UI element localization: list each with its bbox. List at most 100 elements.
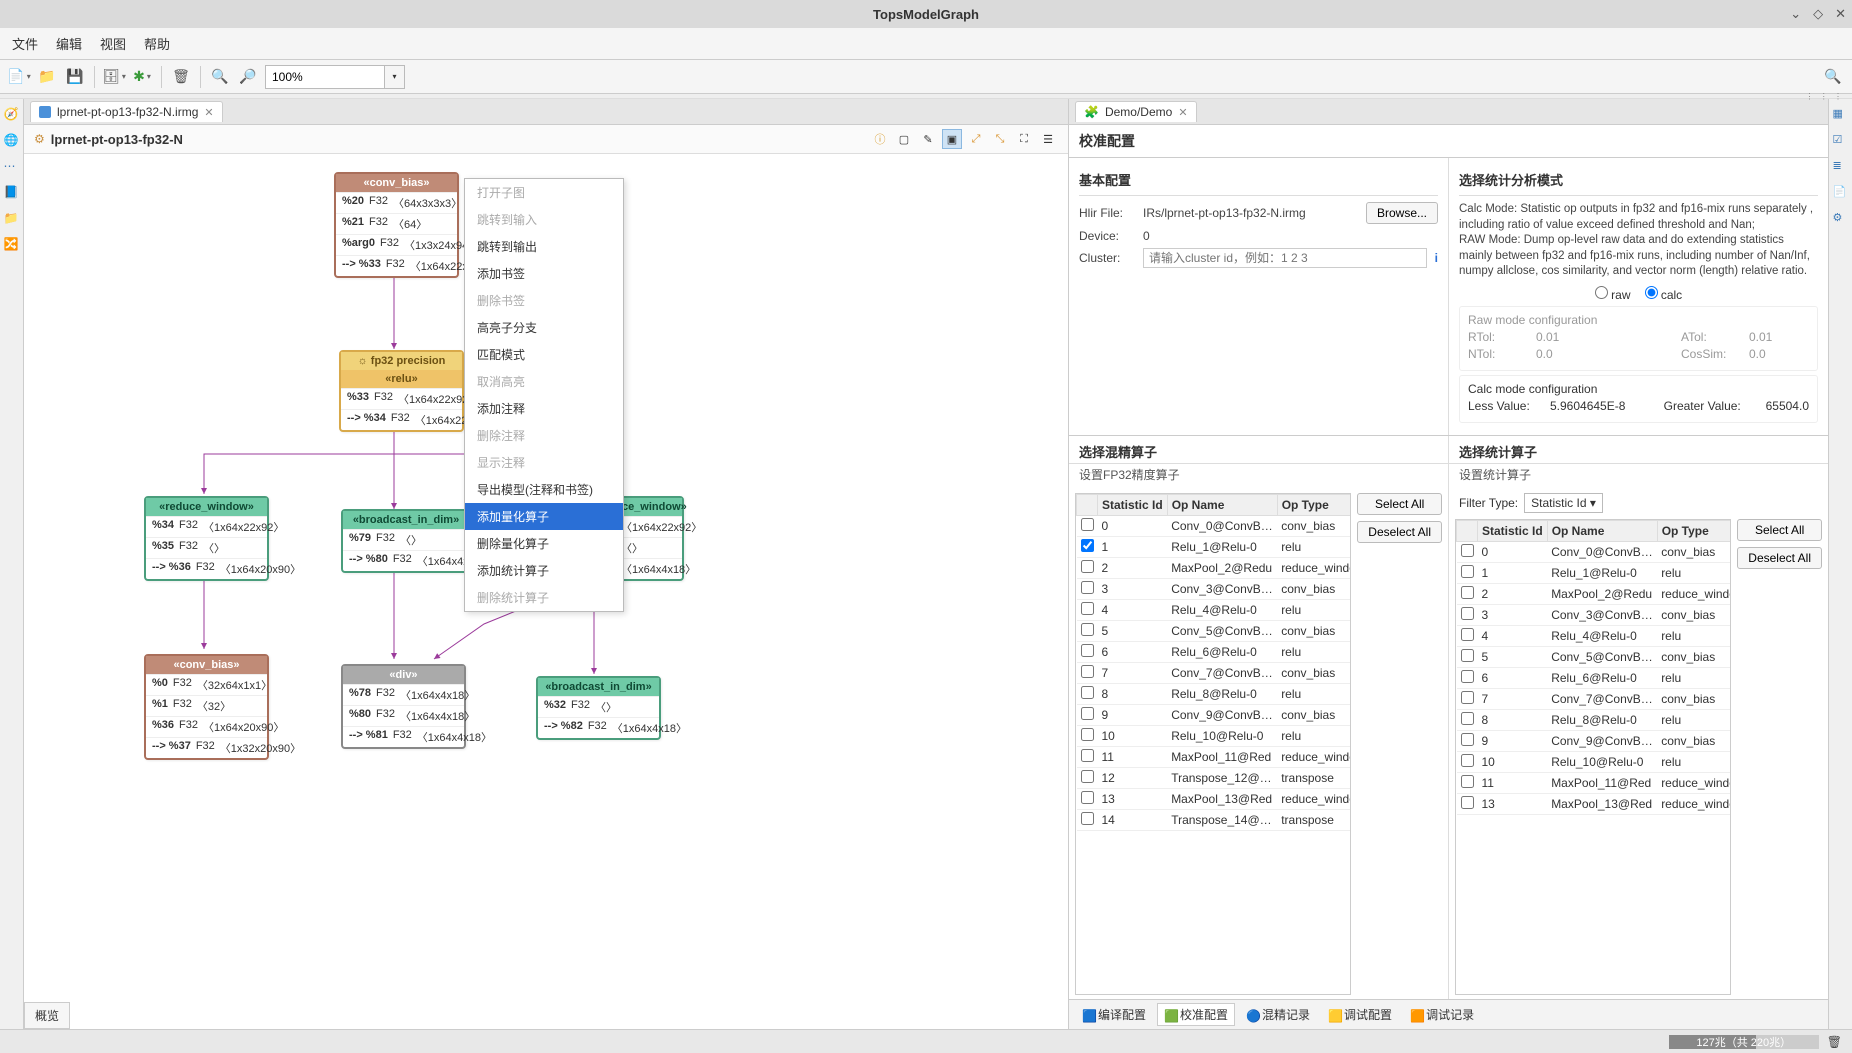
stat-select-all-button[interactable]: Select All — [1737, 519, 1822, 541]
mix-select-all-button[interactable]: Select All — [1357, 493, 1442, 515]
radio-raw[interactable]: raw — [1595, 286, 1631, 302]
table-row[interactable]: 12Transpose_12@Tratranspose — [1077, 767, 1352, 788]
row-checkbox[interactable] — [1081, 812, 1094, 825]
row-checkbox[interactable] — [1081, 665, 1094, 678]
tool-fit-icon[interactable]: ⛶ — [1014, 129, 1034, 149]
rail-compass-icon[interactable]: 🧭 — [4, 107, 20, 123]
ctx-add-note[interactable]: 添加注释 — [465, 395, 623, 422]
menu-file[interactable]: 文件 — [12, 34, 38, 53]
tab-debugrec[interactable]: 🟧调试记录 — [1403, 1003, 1481, 1026]
zoom-in-icon[interactable]: 🔍 — [209, 66, 231, 88]
row-checkbox[interactable] — [1081, 602, 1094, 615]
tool-box-icon[interactable]: ▢ — [894, 129, 914, 149]
table-row[interactable]: 14Transpose_14@Tratranspose — [1077, 809, 1352, 830]
table-row[interactable]: 13MaxPool_13@Redreduce_window — [1077, 788, 1352, 809]
rightrail-layers-icon[interactable]: ≣ — [1833, 159, 1849, 175]
graph-canvas[interactable]: «conv_bias»%20F32〈64x3x3x3〉%21F32〈64〉%ar… — [24, 154, 1068, 1029]
table-row[interactable]: 4Relu_4@Relu-0relu — [1457, 625, 1732, 646]
table-row[interactable]: 0Conv_0@ConvBiasconv_bias — [1457, 541, 1732, 562]
ctx-add-stat[interactable]: 添加统计算子 — [465, 557, 623, 584]
row-checkbox[interactable] — [1461, 586, 1474, 599]
menu-edit[interactable]: 编辑 — [56, 34, 82, 53]
stat-table[interactable]: Statistic Id Op Name Op Type 0Conv_0@Con… — [1455, 519, 1731, 995]
row-checkbox[interactable] — [1081, 539, 1094, 552]
row-checkbox[interactable] — [1461, 670, 1474, 683]
table-row[interactable]: 1Relu_1@Relu-0relu — [1457, 562, 1732, 583]
table-row[interactable]: 8Relu_8@Relu-0relu — [1077, 683, 1352, 704]
rail-doc-icon[interactable]: 📘 — [4, 185, 20, 201]
row-checkbox[interactable] — [1081, 623, 1094, 636]
node-bcast-bottom[interactable]: «broadcast_in_dim»%32F32〈〉--> %82F32〈1x6… — [536, 676, 661, 740]
ctx-jump-output[interactable]: 跳转到输出 — [465, 233, 623, 260]
database-button[interactable]: 🗄 — [103, 66, 125, 88]
row-checkbox[interactable] — [1081, 686, 1094, 699]
tab-debugcfg[interactable]: 🟨调试配置 — [1321, 1003, 1399, 1026]
ctx-del-quant[interactable]: 删除量化算子 — [465, 530, 623, 557]
row-checkbox[interactable] — [1461, 649, 1474, 662]
ctx-add-bookmark[interactable]: 添加书签 — [465, 260, 623, 287]
rail-graph-icon[interactable]: 🔀 — [4, 237, 20, 253]
tab-compile[interactable]: 🟦编译配置 — [1075, 1003, 1153, 1026]
props-tab[interactable]: 🧩 Demo/Demo ✕ — [1075, 101, 1197, 122]
table-row[interactable]: 6Relu_6@Relu-0relu — [1077, 641, 1352, 662]
tool-list-icon[interactable]: ☰ — [1038, 129, 1058, 149]
info-icon[interactable]: i — [1435, 251, 1438, 265]
table-row[interactable]: 3Conv_3@ConvBiasconv_bias — [1077, 578, 1352, 599]
node-div[interactable]: «div»%78F32〈1x64x4x18〉%80F32〈1x64x4x18〉-… — [341, 664, 466, 749]
ctx-match-mode[interactable]: 匹配模式 — [465, 341, 623, 368]
maximize-icon[interactable]: ◇ — [1813, 6, 1823, 22]
delete-button[interactable]: 🗑 — [170, 66, 192, 88]
zoom-out-icon[interactable]: 🔎 — [237, 66, 259, 88]
row-checkbox[interactable] — [1461, 733, 1474, 746]
row-checkbox[interactable] — [1461, 565, 1474, 578]
node-reduce-window[interactable]: «reduce_window»%34F32〈1x64x22x92〉%35F32〈… — [144, 496, 269, 581]
editor-tab[interactable]: lprnet-pt-op13-fp32-N.irmg ✕ — [30, 101, 223, 122]
table-row[interactable]: 11MaxPool_11@Redreduce_window — [1077, 746, 1352, 767]
ctx-add-quant[interactable]: 添加量化算子 — [465, 503, 623, 530]
props-tab-close-icon[interactable]: ✕ — [1178, 106, 1187, 119]
zoom-input[interactable] — [265, 65, 385, 89]
cluster-input[interactable] — [1143, 248, 1427, 268]
rail-folder-icon[interactable]: 📁 — [4, 211, 20, 227]
row-checkbox[interactable] — [1081, 518, 1094, 531]
ctx-highlight-branch[interactable]: 高亮子分支 — [465, 314, 623, 341]
table-row[interactable]: 1Relu_1@Relu-0relu — [1077, 536, 1352, 557]
minimize-icon[interactable]: ⌄ — [1790, 6, 1801, 22]
menu-view[interactable]: 视图 — [100, 34, 126, 53]
overview-tab[interactable]: 概览 — [24, 1002, 70, 1029]
rightrail-task-icon[interactable]: ☑ — [1833, 133, 1849, 149]
table-row[interactable]: 2MaxPool_2@Redureduce_window — [1457, 583, 1732, 604]
tab-mixrec[interactable]: 🔵混精记录 — [1239, 1003, 1317, 1026]
table-row[interactable]: 7Conv_7@ConvBiasconv_bias — [1457, 688, 1732, 709]
row-checkbox[interactable] — [1081, 749, 1094, 762]
new-button[interactable]: 📄 — [8, 66, 30, 88]
row-checkbox[interactable] — [1461, 775, 1474, 788]
row-checkbox[interactable] — [1461, 796, 1474, 809]
row-checkbox[interactable] — [1461, 754, 1474, 767]
node-conv-bias-bottom[interactable]: «conv_bias»%0F32〈32x64x1x1〉%1F32〈32〉%36F… — [144, 654, 269, 760]
table-row[interactable]: 0Conv_0@ConvBiasconv_bias — [1077, 515, 1352, 536]
row-checkbox[interactable] — [1461, 544, 1474, 557]
row-checkbox[interactable] — [1081, 707, 1094, 720]
panel-handles-icon[interactable]: ⋮ ⋮ ⋮ — [1806, 92, 1844, 101]
table-row[interactable]: 2MaxPool_2@Redureduce_window — [1077, 557, 1352, 578]
table-row[interactable]: 6Relu_6@Relu-0relu — [1457, 667, 1732, 688]
table-row[interactable]: 5Conv_5@ConvBiasconv_bias — [1457, 646, 1732, 667]
menu-help[interactable]: 帮助 — [144, 34, 170, 53]
node-bcast-left[interactable]: «broadcast_in_dim»%79F32〈〉--> %80F32〈1x6… — [341, 509, 471, 573]
table-row[interactable]: 11MaxPool_11@Redreduce_window — [1457, 772, 1732, 793]
table-row[interactable]: 9Conv_9@ConvBiasconv_bias — [1457, 730, 1732, 751]
row-checkbox[interactable] — [1081, 581, 1094, 594]
close-icon[interactable]: ✕ — [1835, 6, 1846, 22]
save-button[interactable]: 💾 — [64, 66, 86, 88]
row-checkbox[interactable] — [1461, 607, 1474, 620]
tool-expand-icon[interactable]: ⤢ — [966, 129, 986, 149]
browse-button[interactable]: Browse... — [1366, 202, 1438, 224]
table-row[interactable]: 13MaxPool_13@Redreduce_window — [1457, 793, 1732, 814]
table-row[interactable]: 10Relu_10@Relu-0relu — [1077, 725, 1352, 746]
trash-icon[interactable]: 🗑 — [1827, 1035, 1842, 1049]
row-checkbox[interactable] — [1461, 691, 1474, 704]
radio-calc[interactable]: calc — [1645, 286, 1683, 302]
open-folder-button[interactable]: 📁 — [36, 66, 58, 88]
memory-progress[interactable]: 127兆（共 220兆） — [1669, 1035, 1819, 1049]
